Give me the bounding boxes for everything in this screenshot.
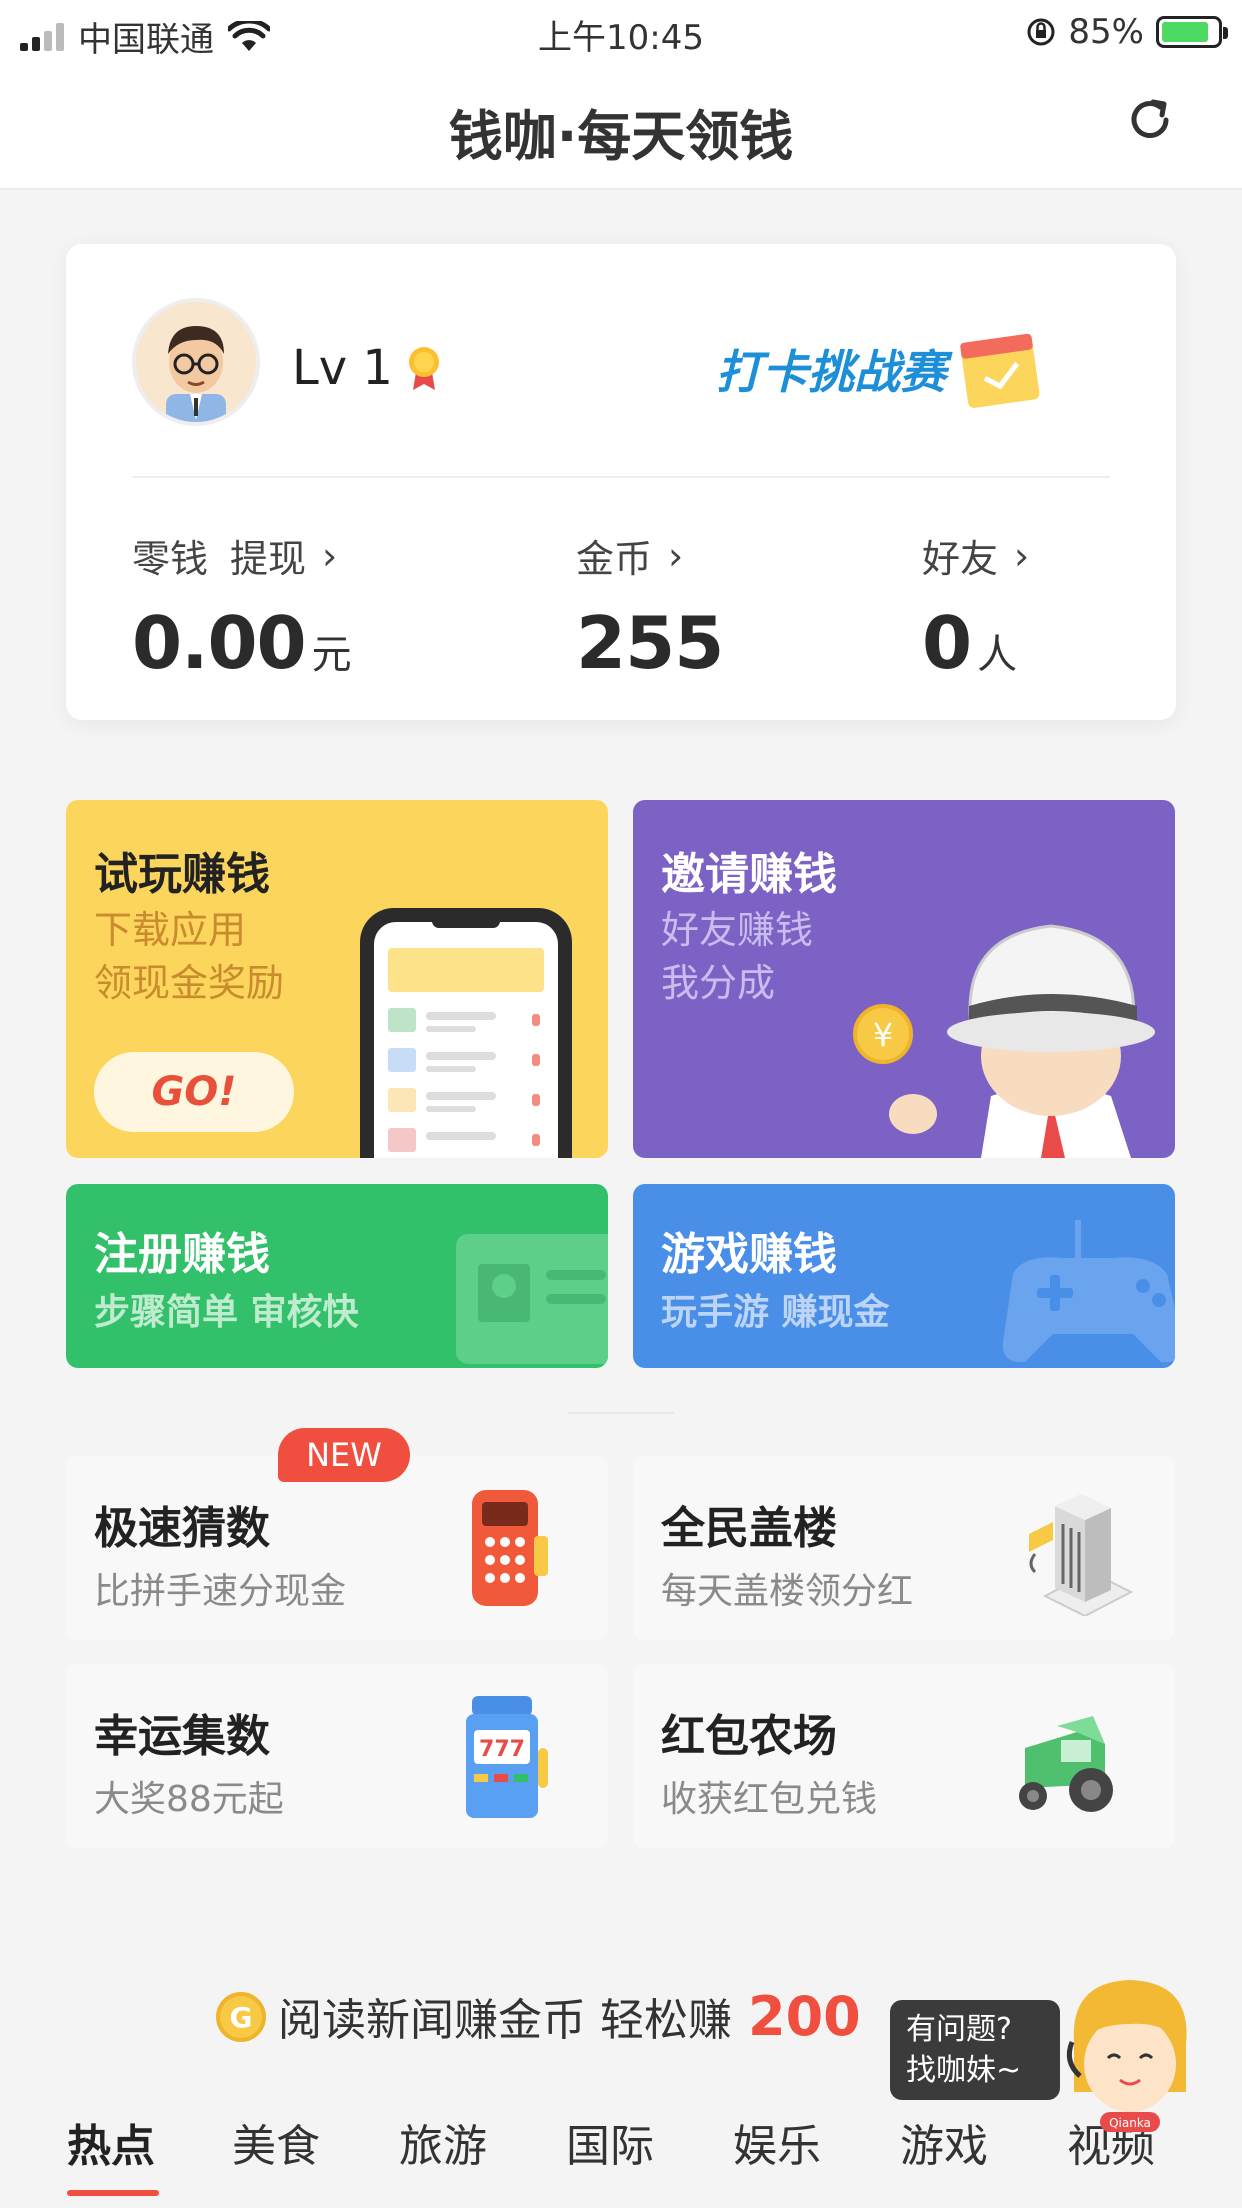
invite-sub-line2: 我分成 [661, 961, 776, 1006]
help-bubble-line2: 找咖妹~ [906, 2052, 1022, 2088]
mascot-label: Qianka [1109, 2116, 1151, 2130]
profile-card: Lv 1 打卡挑战赛 零钱 提现 › 0.00 元 金币 › 255 好友 › … [66, 244, 1176, 720]
trial-sub-line1: 下载应用 [94, 908, 247, 952]
stat-coins-label: 金币 [576, 537, 653, 581]
game-title: 游戏赚钱 [661, 1229, 837, 1280]
register-sub: 步骤简单 审核快 [94, 1292, 359, 1333]
battery-icon [1156, 16, 1228, 48]
trial-title: 试玩赚钱 [94, 849, 270, 900]
checkin-banner-text: 打卡挑战赛 [716, 345, 953, 399]
game-sub: 玩手游 赚现金 [661, 1292, 890, 1333]
trial-sub: 下载应用 领现金奖励 [94, 904, 284, 1010]
calculator-icon [472, 1490, 548, 1606]
withdraw-link[interactable]: 提现 [230, 528, 306, 583]
game-card-title: 全民盖楼 [661, 1503, 837, 1554]
stat-friends[interactable]: 好友 › 0 人 [922, 528, 1029, 686]
tab-entertainment[interactable]: 娱乐 [733, 2110, 821, 2174]
mascot-hat-icon: ¥ [853, 924, 1155, 1158]
user-level: Lv 1 [292, 340, 441, 396]
id-card-icon [456, 1234, 608, 1364]
tab-food[interactable]: 美食 [232, 2110, 320, 2174]
phone-icon [360, 908, 572, 1158]
game-earn-tile[interactable]: 游戏赚钱 玩手游 赚现金 [633, 1184, 1175, 1368]
checkin-challenge-banner[interactable]: 打卡挑战赛 [716, 326, 1056, 416]
nav-bar: 钱咖·每天领钱 [0, 64, 1242, 190]
stat-change-label: 零钱 [132, 537, 209, 581]
tab-travel[interactable]: 旅游 [399, 2110, 487, 2174]
go-button[interactable]: GO! [94, 1052, 294, 1132]
page-title: 钱咖·每天领钱 [448, 105, 794, 168]
game-card-speed-guess[interactable]: 极速猜数 比拼手速分现金 [66, 1456, 608, 1640]
svg-text:¥: ¥ [873, 1016, 893, 1054]
rotation-lock-icon [1027, 18, 1055, 46]
tractor-icon [1019, 1716, 1113, 1812]
stat-friends-label: 好友 [922, 537, 999, 581]
gamepad-icon [1002, 1220, 1175, 1363]
game-card-title: 极速猜数 [94, 1503, 270, 1554]
game-card-sub: 比拼手速分现金 [94, 1571, 347, 1612]
status-right: 85% [1026, 12, 1228, 52]
game-card-red-packet-farm[interactable]: 红包农场 收获红包兑钱 [633, 1664, 1175, 1848]
refresh-icon[interactable] [1120, 90, 1180, 150]
medal-icon [408, 347, 439, 390]
trial-sub-line2: 领现金奖励 [94, 961, 285, 1006]
card-divider [132, 476, 1110, 478]
invite-sub-line1: 好友赚钱 [661, 908, 814, 952]
svg-text:777: 777 [479, 1737, 525, 1762]
game-card-lucky-number[interactable]: 幸运集数 大奖88元起 777 [66, 1664, 608, 1848]
avatar-icon [136, 302, 256, 422]
invite-earn-tile[interactable]: 邀请赚钱 好友赚钱 我分成 ¥ [633, 800, 1175, 1158]
tab-games[interactable]: 游戏 [900, 2110, 988, 2174]
stat-change-label-row: 零钱 提现 › [132, 528, 352, 583]
gold-coin-icon: G [216, 1992, 266, 2042]
stat-change[interactable]: 零钱 提现 › 0.00 元 [132, 528, 352, 686]
register-earn-tile[interactable]: 注册赚钱 步骤简单 审核快 [66, 1184, 608, 1368]
news-banner-text: 阅读新闻赚金币 轻松赚 [278, 1995, 732, 2046]
slot-machine-icon: 777 [466, 1696, 548, 1818]
news-banner-highlight: 200 [748, 1985, 861, 2048]
stat-coins-value-row: 255 [576, 601, 724, 685]
game-card-title: 红包农场 [661, 1711, 837, 1762]
stat-change-unit: 元 [311, 632, 352, 678]
news-banner-text-row: 阅读新闻赚金币 轻松赚 200 [278, 1984, 861, 2048]
stat-change-value: 0.00 [132, 601, 307, 685]
stat-coins[interactable]: 金币 › 255 [576, 528, 724, 686]
stat-coins-value: 255 [576, 601, 724, 685]
news-category-tabs: 热点 美食 旅游 国际 娱乐 游戏 视频 [0, 2104, 1242, 2208]
game-card-sub: 收获红包兑钱 [661, 1779, 878, 1820]
section-separator [568, 1412, 674, 1414]
tab-hot[interactable]: 热点 [67, 2110, 155, 2174]
game-card-build-tower[interactable]: 全民盖楼 每天盖楼领分红 [633, 1456, 1175, 1640]
chevron-right-icon: › [668, 533, 684, 578]
stat-friends-label-row: 好友 › [922, 528, 1029, 583]
stat-coins-label-row: 金币 › [576, 528, 723, 583]
trial-earn-tile[interactable]: 试玩赚钱 下载应用 领现金奖励 GO! [66, 800, 608, 1158]
help-bubble-line1: 有问题? [906, 2012, 1012, 2047]
stat-friends-value: 0 [922, 601, 972, 685]
game-card-title: 幸运集数 [94, 1711, 270, 1762]
chevron-right-icon: › [1014, 533, 1030, 578]
game-card-sub: 大奖88元起 [94, 1779, 284, 1820]
help-bubble[interactable]: 有问题? 找咖妹~ [890, 2000, 1060, 2100]
stat-change-value-row: 0.00 元 [132, 601, 352, 685]
game-card-sub: 每天盖楼领分红 [661, 1571, 914, 1612]
new-badge: NEW [278, 1428, 410, 1482]
helper-mascot-icon[interactable]: Qianka [1060, 1972, 1200, 2132]
avatar[interactable] [132, 298, 260, 426]
stat-friends-unit: 人 [977, 632, 1018, 678]
level-label: Lv 1 [292, 340, 393, 396]
battery-percent: 85% [1068, 12, 1144, 52]
active-tab-indicator [67, 2190, 159, 2196]
checkin-banner-graphic: 打卡挑战赛 [716, 333, 1040, 408]
tab-international[interactable]: 国际 [566, 2110, 654, 2174]
invite-sub: 好友赚钱 我分成 [661, 904, 813, 1010]
register-title: 注册赚钱 [94, 1229, 270, 1280]
stat-friends-value-row: 0 人 [922, 601, 1029, 685]
building-icon [1029, 1494, 1134, 1616]
chevron-right-icon: › [322, 533, 338, 578]
status-bar: 中国联通 上午10:45 85% [0, 0, 1242, 64]
invite-title: 邀请赚钱 [661, 849, 837, 900]
